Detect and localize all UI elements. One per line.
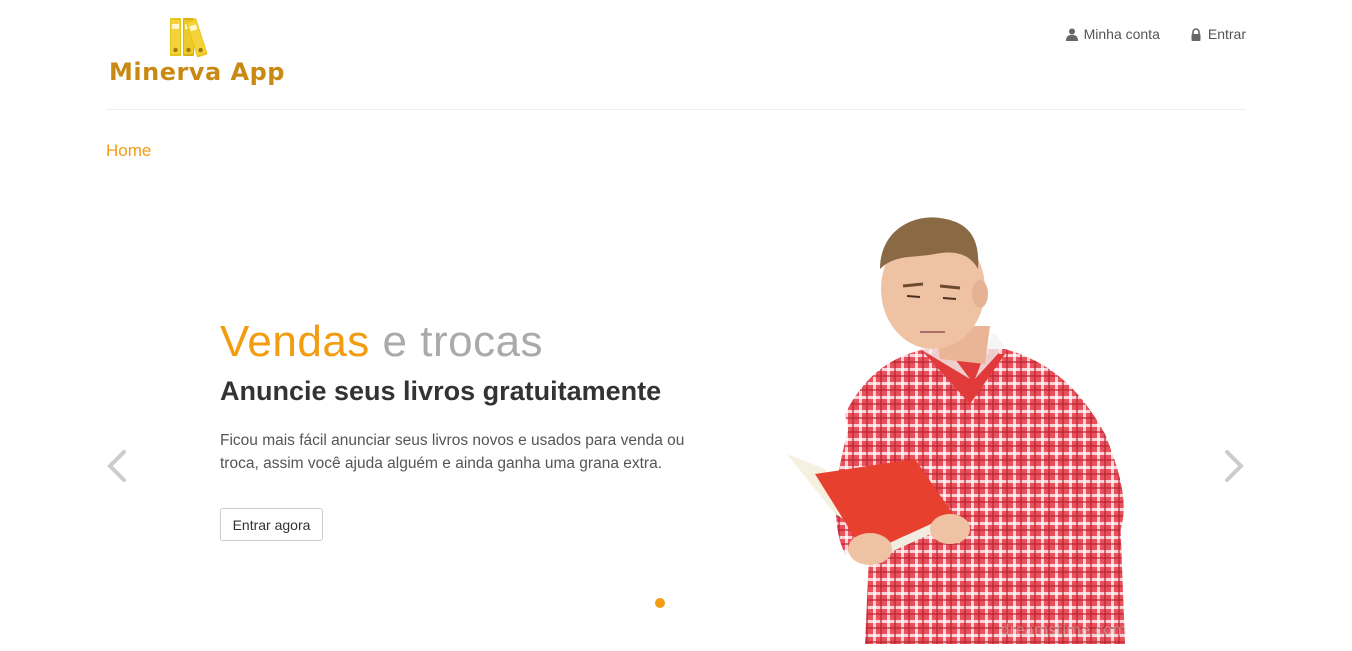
logo[interactable]: Minerva App	[106, 16, 286, 90]
hero-image	[787, 217, 1125, 644]
enter-now-button[interactable]: Entrar agora	[220, 508, 323, 541]
logo-text: Minerva App	[109, 58, 285, 86]
slide-title-rest: e trocas	[369, 317, 544, 366]
top-nav: Minha conta Entrar	[1065, 26, 1246, 42]
carousel-indicator-active[interactable]	[655, 598, 665, 608]
breadcrumb-home[interactable]: Home	[106, 141, 151, 161]
image-watermark: dreamstime.com	[1000, 621, 1127, 639]
header-divider	[106, 109, 1246, 110]
chevron-left-icon[interactable]	[105, 448, 129, 484]
binders-icon	[170, 18, 208, 58]
header: Minerva App Minha conta Entrar	[0, 0, 1352, 110]
lock-icon	[1191, 27, 1201, 41]
hero-carousel: Vendas e trocas Anuncie seus livros grat…	[0, 170, 1352, 651]
slide-title-accent: Vendas	[220, 317, 370, 366]
login-link-label: Entrar	[1207, 26, 1246, 42]
slide-description: Ficou mais fácil anunciar seus livros no…	[220, 432, 685, 472]
chevron-right-icon[interactable]	[1222, 448, 1246, 484]
slide-subtitle: Anuncie seus livros gratuitamente	[220, 376, 662, 406]
slide-title: Vendas e trocas	[220, 317, 543, 367]
account-link[interactable]: Minha conta	[1065, 26, 1160, 42]
user-icon	[1065, 28, 1078, 41]
login-link[interactable]: Entrar	[1190, 26, 1246, 42]
account-link-label: Minha conta	[1083, 26, 1160, 42]
